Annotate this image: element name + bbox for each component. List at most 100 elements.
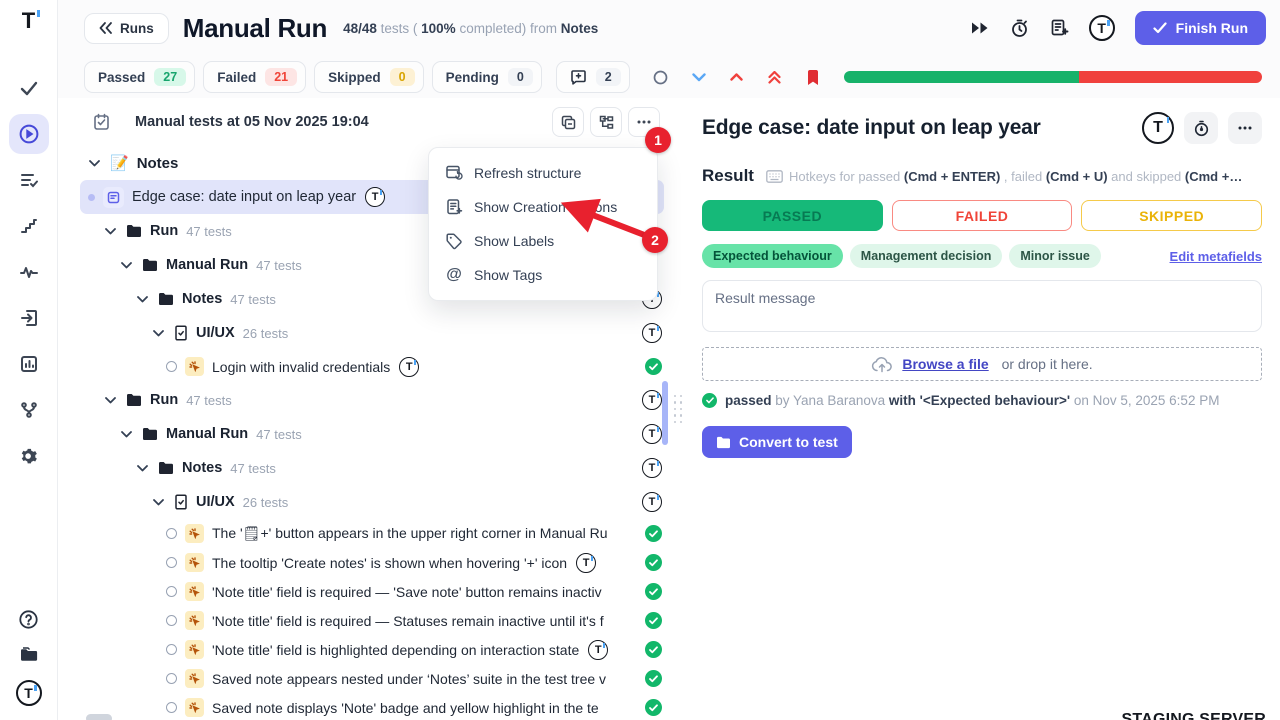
test-status-circle-icon[interactable] <box>166 615 177 626</box>
bookmark-icon[interactable] <box>798 69 828 86</box>
sidebar-item-analytics[interactable] <box>9 344 49 384</box>
sidebar-item-runs[interactable] <box>9 114 49 154</box>
play-circle-icon <box>18 123 40 145</box>
tree-row-suite[interactable]: UI/UX 26 tests T <box>58 485 670 519</box>
panel-resize-handle[interactable] <box>670 98 686 720</box>
tree-row-suite[interactable]: Run 47 tests T <box>58 383 670 417</box>
note-add-icon[interactable] <box>1049 18 1069 38</box>
back-to-runs-button[interactable]: Runs <box>84 13 169 44</box>
tree-row-test[interactable]: The '🗒+' button appears in the upper rig… <box>58 519 670 548</box>
copy-structure-button[interactable] <box>552 107 584 137</box>
test-status-circle-icon[interactable] <box>166 586 177 597</box>
testomat-logo-icon[interactable]: T <box>1089 15 1115 41</box>
tree-row-suite[interactable]: Notes 47 tests T <box>58 451 670 485</box>
filter-skipped[interactable]: Skipped 0 <box>314 61 423 93</box>
testomat-badge-icon[interactable]: T <box>642 390 662 410</box>
testomat-badge-icon[interactable]: T <box>1142 112 1174 144</box>
metafield-minor-issue[interactable]: Minor issue <box>1009 244 1100 268</box>
testomat-badge-icon[interactable]: T <box>576 553 596 573</box>
browse-file-link[interactable]: Browse a file <box>902 356 988 372</box>
sidebar-item-milestones[interactable] <box>9 206 49 246</box>
test-status-circle-icon[interactable] <box>166 528 177 539</box>
tree-row-test[interactable]: 'Note title' field is required — 'Save n… <box>58 577 670 606</box>
sidebar-item-plans[interactable] <box>9 160 49 200</box>
tree-row-test[interactable]: Login with invalid credentials T <box>58 350 670 383</box>
menu-item-show-creation-buttons[interactable]: Show Creation Buttons <box>429 190 657 224</box>
test-status-circle-icon[interactable] <box>166 702 177 713</box>
menu-item-refresh-structure[interactable]: Refresh structure <box>429 156 657 190</box>
folder-icon <box>126 393 142 407</box>
progress-failed-segment <box>1079 71 1262 83</box>
tree-row-test[interactable]: Saved note displays 'Note' badge and yel… <box>58 693 670 720</box>
tree-row-test[interactable]: 'Note title' field is highlighted depend… <box>58 635 670 664</box>
test-status-circle-icon[interactable] <box>166 673 177 684</box>
app-logo[interactable]: T <box>22 8 35 34</box>
notes-icon: 📝 <box>110 154 129 172</box>
mark-failed-button[interactable]: FAILED <box>892 200 1073 231</box>
tree-row-test[interactable]: The tooltip 'Create notes' is shown when… <box>58 548 670 577</box>
sidebar-item-pulse[interactable] <box>9 252 49 292</box>
metafield-expected-behaviour[interactable]: Expected behaviour <box>702 244 843 268</box>
filter-pending[interactable]: Pending 0 <box>432 61 542 93</box>
chevron-down-icon[interactable] <box>150 330 166 337</box>
testomat-badge-icon[interactable]: T <box>642 492 662 512</box>
folder-icon <box>126 224 142 238</box>
docs-icon[interactable] <box>18 644 40 666</box>
test-more-options-button[interactable] <box>1228 112 1262 144</box>
mark-passed-button[interactable]: PASSED <box>702 200 883 231</box>
sidebar-item-branches[interactable] <box>9 390 49 430</box>
timer-button[interactable] <box>1184 112 1218 144</box>
prev-failed-icon[interactable] <box>722 73 752 81</box>
tree-row-suite[interactable]: Manual Run 47 tests T <box>58 417 670 451</box>
tree-row-suite[interactable]: UI/UX 26 tests T <box>58 316 670 350</box>
tree-horizontal-scrollbar[interactable] <box>86 714 112 720</box>
chevron-down-icon[interactable] <box>118 262 134 269</box>
convert-to-test-button[interactable]: Convert to test <box>702 426 852 458</box>
clipboard-check-icon <box>92 113 111 132</box>
timer-icon[interactable] <box>1009 18 1029 38</box>
account-avatar[interactable]: T <box>16 680 42 706</box>
test-status-circle-icon[interactable] <box>166 644 177 655</box>
list-check-icon <box>19 170 39 190</box>
fast-forward-icon[interactable] <box>971 21 989 35</box>
chevron-down-icon[interactable] <box>102 397 118 404</box>
chevron-down-icon[interactable] <box>118 431 134 438</box>
testomat-badge-icon[interactable]: T <box>365 187 385 207</box>
file-dropzone[interactable]: Browse a file or drop it here. <box>702 347 1262 381</box>
first-failed-icon[interactable] <box>760 71 790 84</box>
testomat-badge-icon[interactable]: T <box>399 357 419 377</box>
chevron-down-icon[interactable] <box>86 160 102 167</box>
chevron-down-icon[interactable] <box>102 228 118 235</box>
edit-metafields-link[interactable]: Edit metafields <box>1170 249 1262 264</box>
result-message-input[interactable] <box>702 280 1262 332</box>
sidebar-item-settings[interactable] <box>9 436 49 476</box>
chevron-down-icon[interactable] <box>134 465 150 472</box>
testomat-badge-icon[interactable]: T <box>588 640 608 660</box>
finish-run-button[interactable]: Finish Run <box>1135 11 1266 45</box>
scroll-down-icon[interactable] <box>684 73 714 82</box>
mark-skipped-button[interactable]: SKIPPED <box>1081 200 1262 231</box>
help-icon[interactable] <box>18 609 39 630</box>
tree-view-button[interactable] <box>590 107 622 137</box>
filter-passed[interactable]: Passed 27 <box>84 61 195 93</box>
sidebar-item-tests[interactable] <box>9 68 49 108</box>
test-status-circle-icon[interactable] <box>166 557 177 568</box>
sidebar-item-import[interactable] <box>9 298 49 338</box>
chevron-down-icon[interactable] <box>134 296 150 303</box>
tree-scrollbar[interactable] <box>662 381 668 445</box>
tree-row-test[interactable]: 'Note title' field is required — Statuse… <box>58 606 670 635</box>
comments-filter[interactable]: 2 <box>556 61 630 93</box>
testomat-badge-icon[interactable]: T <box>642 323 662 343</box>
chevron-down-icon[interactable] <box>150 499 166 506</box>
metafield-management-decision[interactable]: Management decision <box>850 244 1003 268</box>
menu-item-show-tags[interactable]: @ Show Tags <box>429 258 657 292</box>
menu-item-show-labels[interactable]: Show Labels <box>429 224 657 258</box>
testomat-badge-icon[interactable]: T <box>642 458 662 478</box>
testomat-badge-icon[interactable]: T <box>642 424 662 444</box>
tree-row-test[interactable]: Saved note appears nested under ‘Notes’ … <box>58 664 670 693</box>
filter-failed[interactable]: Failed 21 <box>203 61 306 93</box>
result-status-line: passed by Yana Baranova with '<Expected … <box>702 393 1262 408</box>
test-status-circle-icon[interactable] <box>166 361 177 372</box>
passed-count-badge: 27 <box>154 68 186 86</box>
unresolved-filter-icon[interactable] <box>646 70 676 85</box>
